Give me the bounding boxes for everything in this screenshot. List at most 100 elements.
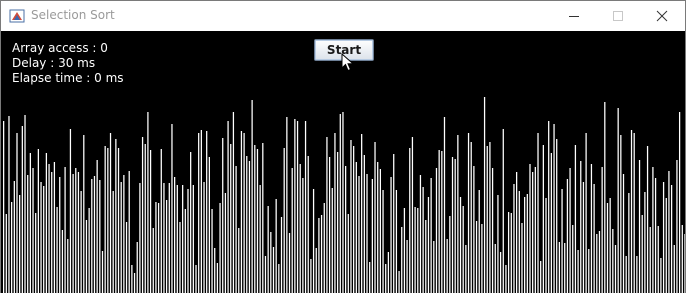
array-bar <box>548 121 550 293</box>
array-bar <box>358 176 360 293</box>
array-bar <box>475 221 478 293</box>
array-bar <box>625 256 627 293</box>
array-bar <box>443 117 446 293</box>
array-bar <box>379 169 381 293</box>
array-bar <box>64 167 66 293</box>
array-bar <box>385 264 387 293</box>
array-bar <box>40 182 42 293</box>
close-button[interactable] <box>639 1 685 31</box>
array-bar <box>382 190 384 293</box>
array-bar <box>353 146 355 293</box>
array-bar <box>176 185 178 293</box>
array-bar <box>187 189 189 293</box>
array-bar <box>35 213 37 293</box>
array-bar <box>435 168 438 293</box>
mouse-cursor-icon <box>341 53 355 72</box>
array-bar <box>200 130 202 293</box>
minimize-button[interactable] <box>551 1 597 31</box>
array-bar <box>609 198 611 293</box>
array-bar <box>652 167 654 293</box>
array-bar <box>636 256 638 293</box>
array-bar <box>160 149 162 293</box>
close-icon <box>656 10 668 22</box>
array-bar <box>454 159 456 293</box>
array-bar <box>363 155 365 293</box>
array-bar <box>347 214 349 293</box>
array-bar <box>513 184 515 293</box>
title-bar[interactable]: Selection Sort <box>1 1 685 31</box>
array-bar <box>494 244 496 293</box>
array-bar <box>654 178 657 293</box>
array-bar <box>136 242 138 293</box>
array-bar <box>270 232 272 293</box>
array-bar <box>141 137 144 293</box>
array-bar <box>641 215 643 293</box>
array-bar <box>505 265 507 293</box>
array-bar <box>29 153 31 293</box>
array-bar <box>32 168 34 293</box>
array-bar <box>139 183 141 293</box>
array-bar <box>251 100 253 293</box>
app-window: Selection Sort Array access : 0 Delay : … <box>0 0 686 293</box>
array-bar <box>72 174 74 293</box>
array-bar <box>216 263 219 293</box>
array-bar <box>657 226 659 293</box>
array-bar <box>342 112 344 293</box>
array-bar <box>425 220 427 293</box>
array-bar <box>633 133 635 293</box>
array-bar <box>291 168 293 293</box>
array-bar <box>620 135 622 293</box>
array-bar <box>256 149 259 293</box>
array-bar <box>131 265 133 293</box>
array-bar <box>336 152 339 293</box>
array-bar <box>19 195 21 293</box>
array-bar <box>163 183 165 293</box>
array-bar <box>470 142 472 293</box>
array-bar <box>13 181 15 293</box>
array-bar <box>521 223 523 293</box>
array-bar <box>427 197 430 293</box>
array-bar <box>566 179 569 293</box>
array-bar <box>668 171 670 293</box>
array-bar <box>577 250 579 293</box>
array-bar <box>21 126 23 293</box>
array-bar <box>580 161 582 293</box>
array-bar <box>224 193 227 293</box>
array-bar <box>59 177 61 293</box>
array-bar <box>155 202 157 293</box>
array-bar <box>676 160 678 293</box>
array-bar <box>259 185 261 293</box>
array-bar <box>299 164 301 293</box>
array-bar <box>109 133 112 293</box>
java-app-icon <box>9 9 25 23</box>
array-bar <box>147 112 149 293</box>
array-bar <box>449 216 451 293</box>
array-bar <box>403 208 406 293</box>
array-bar <box>507 212 510 293</box>
array-bar <box>331 188 333 293</box>
elapsed-time-label: Elapse time : 0 ms <box>12 71 124 85</box>
array-bar <box>323 203 325 293</box>
array-bar <box>628 193 630 293</box>
array-bar <box>457 135 459 293</box>
array-bar <box>144 144 146 293</box>
array-bar <box>326 137 328 293</box>
array-bar <box>561 189 563 293</box>
array-bar <box>288 233 291 293</box>
array-bar <box>152 228 154 293</box>
array-bar <box>254 145 256 293</box>
array-bar <box>125 222 128 293</box>
array-bar <box>438 150 440 293</box>
array-bar <box>283 148 285 293</box>
array-bar <box>483 97 486 293</box>
array-bar <box>604 102 606 293</box>
array-bar <box>214 248 216 293</box>
array-bar <box>646 146 649 293</box>
array-bar <box>638 160 641 293</box>
array-bar <box>411 137 414 293</box>
array-bar <box>43 186 45 293</box>
array-bar <box>56 207 58 293</box>
array-bar <box>195 265 197 293</box>
array-bar <box>486 146 488 293</box>
array-bar <box>553 124 555 293</box>
